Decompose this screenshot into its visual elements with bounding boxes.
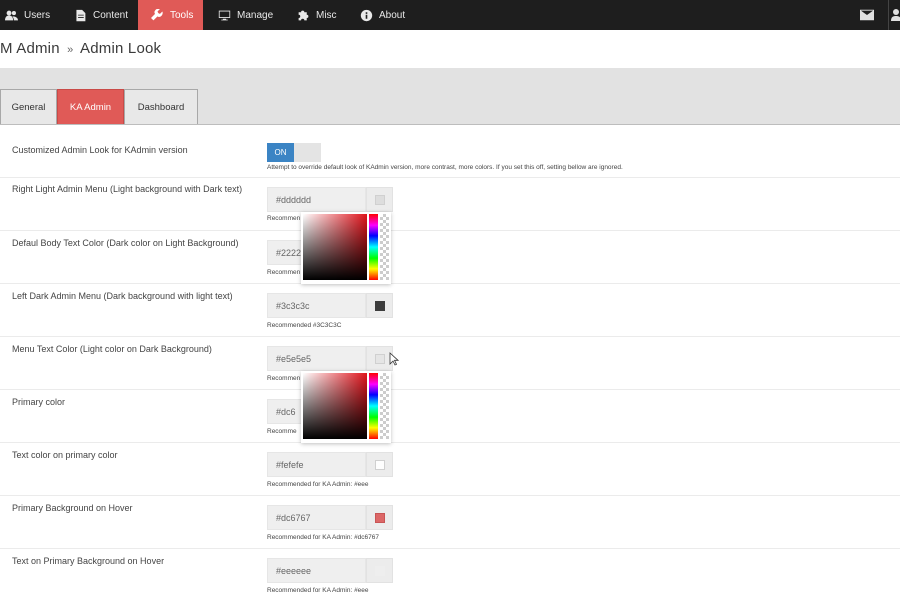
color-picker-popup[interactable] (301, 371, 391, 443)
nav-tools-label: Tools (170, 9, 194, 21)
mouse-cursor-icon (389, 352, 399, 366)
text-primary-hover-input[interactable]: #eeeeee (267, 558, 366, 583)
tabs-divider (0, 124, 900, 125)
saturation-area[interactable] (303, 214, 367, 280)
menu-text-label: Menu Text Color (Light color on Dark Bac… (12, 344, 212, 354)
nav-manage[interactable]: Manage (217, 0, 277, 30)
nav-misc-label: Misc (316, 9, 337, 21)
primary-hover-swatch[interactable] (366, 505, 393, 530)
nav-misc[interactable]: Misc (296, 0, 341, 30)
text-on-primary-label: Text color on primary color (12, 450, 118, 460)
tab-ka-admin[interactable]: KA Admin (57, 89, 124, 125)
nav-tools[interactable]: Tools (138, 0, 203, 30)
puzzle-icon (296, 8, 310, 22)
nav-users-label: Users (24, 9, 51, 21)
right-light-menu-hint: Recommen (267, 215, 301, 222)
alpha-slider[interactable] (380, 214, 389, 280)
color-swatch (374, 194, 385, 205)
row-divider (0, 283, 900, 284)
customized-hint: Attempt to override default look of KAdm… (267, 164, 623, 171)
nav-manage-label: Manage (237, 9, 274, 21)
breadcrumb-separator: » (67, 44, 74, 56)
user-menu-button[interactable] (888, 0, 900, 30)
hue-slider[interactable] (369, 373, 378, 439)
color-swatch (374, 512, 385, 523)
top-nav-bar: Users Content Tools Manage Misc About (0, 0, 900, 30)
hue-slider[interactable] (369, 214, 378, 280)
body-text-label: Defaul Body Text Color (Dark color on Li… (12, 238, 239, 248)
left-dark-menu-hint: Recommended #3C3C3C (267, 322, 342, 329)
wrench-icon (150, 8, 164, 22)
left-dark-menu-swatch[interactable] (366, 293, 393, 318)
right-light-menu-input[interactable]: #dddddd (267, 187, 366, 212)
info-icon (359, 8, 373, 22)
envelope-icon (860, 9, 874, 21)
page-title: M Admin » Admin Look (0, 40, 161, 57)
body-text-hint: Recommen (267, 269, 301, 276)
primary-hover-hint: Recommended for KA Admin: #dc6767 (267, 534, 380, 541)
text-primary-hover-label: Text on Primary Background on Hover (12, 556, 165, 566)
right-light-menu-label: Right Light Admin Menu (Light background… (12, 184, 243, 194)
row-divider (0, 177, 900, 178)
nav-users[interactable]: Users (4, 0, 54, 30)
left-dark-menu-label: Left Dark Admin Menu (Dark background wi… (12, 291, 233, 301)
text-primary-hover-swatch[interactable] (366, 558, 393, 583)
color-picker-popup[interactable] (301, 212, 391, 284)
color-swatch (374, 300, 385, 311)
mail-button[interactable] (860, 8, 874, 22)
row-divider (0, 336, 900, 337)
primary-color-hint: Recomme (267, 428, 297, 435)
row-divider (0, 495, 900, 496)
row-divider (0, 230, 900, 231)
tab-dashboard[interactable]: Dashboard (124, 89, 198, 125)
document-icon (73, 8, 87, 22)
row-divider (0, 389, 900, 390)
primary-hover-input[interactable]: #dc6767 (267, 505, 366, 530)
nav-about-label: About (379, 9, 406, 21)
breadcrumb-root: M Admin (0, 40, 60, 57)
alpha-slider[interactable] (380, 373, 389, 439)
nav-about[interactable]: About (359, 0, 409, 30)
color-swatch (374, 565, 385, 576)
text-on-primary-input[interactable]: #fefefe (267, 452, 366, 477)
text-on-primary-swatch[interactable] (366, 452, 393, 477)
monitor-icon (217, 8, 231, 22)
primary-color-label: Primary color (12, 397, 66, 407)
primary-hover-label: Primary Background on Hover (12, 503, 133, 513)
text-primary-hover-hint: Recommended for KA Admin: #eee (267, 587, 369, 594)
left-dark-menu-input[interactable]: #3c3c3c (267, 293, 366, 318)
row-divider (0, 548, 900, 549)
color-swatch (374, 459, 385, 470)
customized-label: Customized Admin Look for KAdmin version (12, 145, 188, 155)
nav-content[interactable]: Content (73, 0, 133, 30)
breadcrumb-current: Admin Look (80, 40, 162, 57)
users-icon (4, 8, 18, 22)
saturation-area[interactable] (303, 373, 367, 439)
toggle-on-label: ON (267, 143, 294, 162)
row-divider (0, 442, 900, 443)
nav-content-label: Content (93, 9, 129, 21)
user-icon (891, 9, 900, 21)
menu-text-input[interactable]: #e5e5e5 (267, 346, 366, 371)
text-on-primary-hint: Recommended for KA Admin: #eee (267, 481, 369, 488)
customized-toggle[interactable]: ON (267, 143, 321, 162)
menu-text-hint: Recommen (267, 375, 301, 382)
tab-general[interactable]: General (0, 89, 57, 125)
color-swatch (374, 353, 385, 364)
right-light-menu-swatch[interactable] (366, 187, 393, 212)
